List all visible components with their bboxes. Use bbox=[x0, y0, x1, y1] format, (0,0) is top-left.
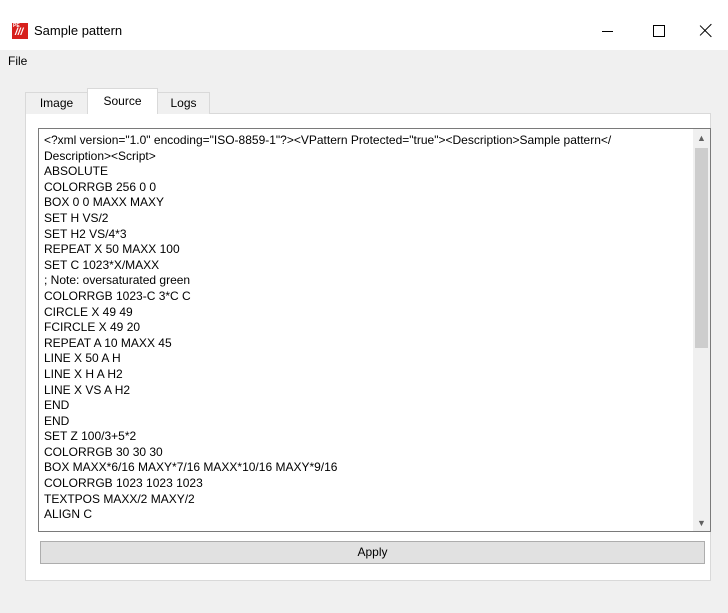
source-line: ABSOLUTE bbox=[44, 164, 109, 179]
source-line: ALIGN C bbox=[44, 507, 93, 522]
maximize-button[interactable] bbox=[636, 15, 682, 47]
source-line: ; Note: oversaturated green bbox=[44, 273, 191, 288]
scroll-down-icon[interactable]: ▼ bbox=[693, 514, 710, 531]
source-line: BOX MAXX*6/16 MAXY*7/16 MAXX*10/16 MAXY*… bbox=[44, 460, 338, 475]
app-logo-icon: PE /// bbox=[12, 23, 28, 39]
source-line: END bbox=[44, 398, 70, 413]
source-line: CIRCLE X 49 49 bbox=[44, 304, 133, 319]
window-title: Sample pattern bbox=[34, 23, 123, 38]
app-logo-mark: /// bbox=[15, 27, 24, 38]
source-line: SET Z 100/3+5*2 bbox=[44, 429, 137, 444]
scrollbar-thumb[interactable] bbox=[695, 148, 708, 348]
source-editor[interactable]: <?xml version="1.0" encoding="ISO-8859-1… bbox=[38, 128, 711, 532]
scroll-up-icon[interactable]: ▲ bbox=[693, 129, 710, 146]
source-line: COLORRGB 1023 1023 1023 bbox=[44, 476, 203, 491]
source-line: SET H2 VS/4*3 bbox=[44, 226, 127, 241]
source-line: COLORRGB 1023-C 3*C C bbox=[44, 288, 191, 303]
source-line: COLORRGB 256 0 0 bbox=[44, 179, 157, 194]
source-line: LINE X H A H2 bbox=[44, 366, 123, 381]
source-line: END bbox=[44, 413, 70, 428]
menu-file[interactable]: File bbox=[8, 54, 27, 68]
source-line: BOX 0 0 MAXX MAXY bbox=[44, 195, 165, 210]
source-line: REPEAT X 50 MAXX 100 bbox=[44, 242, 180, 257]
close-icon bbox=[698, 24, 712, 38]
menu-bar: File bbox=[0, 50, 728, 72]
apply-button[interactable]: Apply bbox=[40, 541, 705, 564]
close-button[interactable] bbox=[682, 15, 728, 47]
source-line: <?xml version="1.0" encoding="ISO-8859-1… bbox=[44, 133, 612, 147]
tab-logs[interactable]: Logs bbox=[157, 92, 210, 114]
vertical-scrollbar[interactable]: ▲ ▼ bbox=[693, 129, 710, 531]
source-text[interactable]: <?xml version="1.0" encoding="ISO-8859-1… bbox=[44, 133, 690, 523]
source-line: Description><Script> bbox=[44, 148, 156, 163]
minimize-button[interactable] bbox=[584, 15, 630, 47]
source-line: LINE X 50 A H bbox=[44, 351, 121, 366]
tab-image[interactable]: Image bbox=[25, 92, 88, 114]
source-line: TEXTPOS MAXX/2 MAXY/2 bbox=[44, 491, 195, 506]
source-line: COLORRGB 30 30 30 bbox=[44, 444, 163, 459]
minimize-icon bbox=[601, 30, 613, 32]
source-line: REPEAT A 10 MAXX 45 bbox=[44, 335, 172, 350]
source-line: FCIRCLE X 49 20 bbox=[44, 320, 141, 335]
source-line: LINE X VS A H2 bbox=[44, 382, 131, 397]
maximize-icon bbox=[653, 25, 665, 37]
source-line: SET C 1023*X/MAXX bbox=[44, 257, 160, 272]
tab-source[interactable]: Source bbox=[87, 88, 158, 114]
title-bar[interactable]: PE /// Sample pattern bbox=[0, 0, 728, 50]
source-line: SET H VS/2 bbox=[44, 210, 109, 225]
